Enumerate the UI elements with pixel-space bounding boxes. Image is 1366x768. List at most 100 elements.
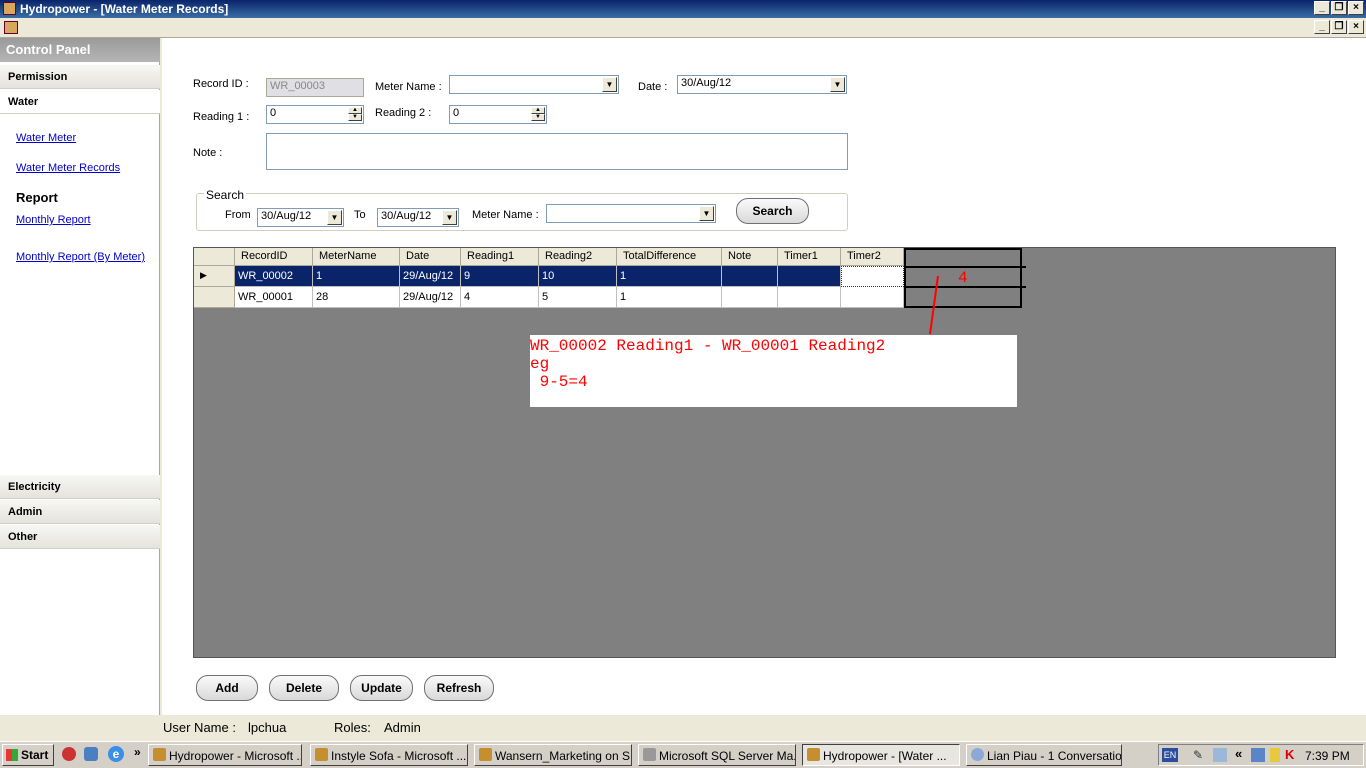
cell-timer2[interactable] (841, 266, 904, 287)
col-header-reading2[interactable]: Reading2 (539, 248, 617, 266)
sql-server-icon (643, 748, 656, 761)
task-button[interactable]: Microsoft SQL Server Ma... (638, 744, 796, 766)
section-water[interactable]: Water (0, 90, 160, 114)
quicklaunch-opera-icon[interactable] (62, 747, 76, 761)
cell-timer2[interactable] (841, 287, 904, 308)
child-minimize-icon[interactable]: _ (1314, 20, 1330, 34)
start-button[interactable]: Start (2, 744, 54, 766)
annotation-cell-value: 4 (958, 269, 968, 287)
col-header-reading1[interactable]: Reading1 (461, 248, 539, 266)
task-button[interactable]: Instyle Sofa - Microsoft ... (310, 744, 468, 766)
cell-recordid[interactable]: WR_00002 (235, 266, 313, 287)
spin-down-icon[interactable]: ▼ (348, 114, 362, 121)
col-header-totaldifference[interactable]: TotalDifference (617, 248, 722, 266)
window-title: Hydropower - [Water Meter Records] (20, 2, 229, 16)
chevron-down-icon[interactable]: ▼ (602, 77, 617, 92)
delete-button[interactable]: Delete (269, 675, 339, 701)
cell-totaldifference[interactable]: 1 (617, 266, 722, 287)
cell-recordid[interactable]: WR_00001 (235, 287, 313, 308)
search-button[interactable]: Search (736, 198, 809, 224)
section-electricity[interactable]: Electricity (0, 475, 160, 499)
system-tray: EN ✎ « K 7:39 PM (1158, 744, 1364, 766)
spin-down-icon[interactable]: ▼ (531, 114, 545, 121)
cell-timer1[interactable] (778, 287, 841, 308)
minimize-icon[interactable]: _ (1314, 1, 1330, 15)
col-header-timer1[interactable]: Timer1 (778, 248, 841, 266)
child-close-icon[interactable]: × (1348, 20, 1364, 34)
refresh-button[interactable]: Refresh (424, 675, 494, 701)
restore-icon[interactable]: ❐ (1331, 1, 1347, 15)
add-button[interactable]: Add (196, 675, 258, 701)
row-header[interactable] (194, 287, 235, 308)
quicklaunch-ie-icon[interactable]: e (108, 746, 124, 762)
language-indicator[interactable]: EN (1162, 748, 1178, 762)
chevron-down-icon[interactable]: ▼ (699, 206, 714, 221)
update-button[interactable]: Update (350, 675, 413, 701)
spin-up-icon[interactable]: ▲ (348, 107, 362, 114)
cell-metername[interactable]: 1 (313, 266, 400, 287)
records-grid[interactable]: RecordID MeterName Date Reading1 Reading… (193, 247, 1336, 658)
tray-monitor-icon[interactable] (1213, 748, 1227, 762)
col-header-recordid[interactable]: RecordID (235, 248, 313, 266)
link-water-meter[interactable]: Water Meter (16, 132, 76, 144)
main-panel: Record ID : WR_00003 Meter Name : ▼ Date… (162, 38, 1366, 715)
close-icon[interactable]: × (1348, 1, 1364, 15)
section-admin[interactable]: Admin (0, 500, 160, 524)
child-restore-icon[interactable]: ❐ (1331, 20, 1347, 34)
title-bar[interactable]: Hydropower - [Water Meter Records] _ ❐ × (0, 0, 1366, 18)
reading1-stepper[interactable]: 0 ▲ ▼ (266, 105, 364, 124)
quicklaunch-desktop-icon[interactable] (84, 747, 98, 761)
section-other[interactable]: Other (0, 525, 160, 549)
cell-date[interactable]: 29/Aug/12 (400, 287, 461, 308)
cell-reading2[interactable]: 10 (539, 266, 617, 287)
task-label: Hydropower - Microsoft ... (169, 749, 302, 763)
quicklaunch-overflow-icon[interactable]: » (134, 745, 141, 759)
record-id-field[interactable]: WR_00003 (266, 78, 364, 97)
cell-reading2[interactable]: 5 (539, 287, 617, 308)
cell-reading1[interactable]: 9 (461, 266, 539, 287)
from-date-picker[interactable]: 30/Aug/12 ▼ (257, 208, 344, 227)
annotation-line: WR_00002 Reading1 - WR_00001 Reading2 (530, 337, 886, 355)
cell-reading1[interactable]: 4 (461, 287, 539, 308)
task-button[interactable]: Hydropower - Microsoft ... (148, 744, 302, 766)
chevron-down-icon[interactable]: ▼ (327, 210, 342, 225)
col-header-timer2[interactable]: Timer2 (841, 248, 904, 266)
col-header-metername[interactable]: MeterName (313, 248, 400, 266)
access-app-icon (153, 748, 166, 761)
reading2-stepper[interactable]: 0 ▲ ▼ (449, 105, 547, 124)
cell-note[interactable] (722, 287, 778, 308)
chevron-down-icon[interactable]: ▼ (830, 77, 845, 92)
chevron-down-icon[interactable]: ▼ (442, 210, 457, 225)
search-meter-combo[interactable]: ▼ (546, 204, 716, 223)
task-button[interactable]: Lian Piau - 1 Conversation (966, 744, 1122, 766)
cell-metername[interactable]: 28 (313, 287, 400, 308)
link-monthly-report[interactable]: Monthly Report (16, 214, 91, 226)
spin-buttons[interactable]: ▲ ▼ (531, 107, 545, 122)
row-header[interactable]: ▶ (194, 266, 235, 287)
link-monthly-report-by-meter[interactable]: Monthly Report (By Meter) (16, 251, 145, 263)
meter-name-combo[interactable]: ▼ (449, 75, 619, 94)
section-permission[interactable]: Permission (0, 65, 160, 89)
clock[interactable]: 7:39 PM (1305, 749, 1350, 763)
child-window-icon[interactable] (4, 21, 18, 34)
task-button[interactable]: Wansern_Marketing on S... (474, 744, 632, 766)
tray-network-icon[interactable] (1251, 748, 1265, 762)
tray-expand-icon[interactable]: « (1235, 746, 1242, 761)
cell-totaldifference[interactable]: 1 (617, 287, 722, 308)
to-date-picker[interactable]: 30/Aug/12 ▼ (377, 208, 459, 227)
date-picker[interactable]: 30/Aug/12 ▼ (677, 75, 847, 94)
col-header-note[interactable]: Note (722, 248, 778, 266)
col-header-date[interactable]: Date (400, 248, 461, 266)
cell-note[interactable] (722, 266, 778, 287)
link-water-meter-records[interactable]: Water Meter Records (16, 162, 120, 174)
note-field[interactable] (266, 133, 848, 170)
reading1-label: Reading 1 : (193, 111, 250, 123)
cell-timer1[interactable] (778, 266, 841, 287)
cell-date[interactable]: 29/Aug/12 (400, 266, 461, 287)
task-button-active[interactable]: Hydropower - [Water ... (802, 744, 960, 766)
tray-tool-icon[interactable]: ✎ (1193, 748, 1207, 762)
spin-up-icon[interactable]: ▲ (531, 107, 545, 114)
tray-antivirus-icon[interactable]: K (1285, 747, 1294, 762)
tray-security-icon[interactable] (1270, 748, 1280, 762)
spin-buttons[interactable]: ▲ ▼ (348, 107, 362, 122)
